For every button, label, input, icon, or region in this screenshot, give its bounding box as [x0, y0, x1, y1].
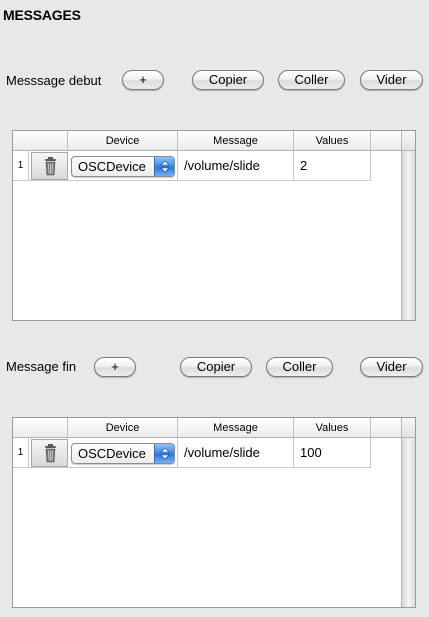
- table-row[interactable]: 1 OSCDevice /volume/slide 2: [13, 151, 371, 181]
- header-values[interactable]: Values: [294, 131, 371, 150]
- debut-clear-button[interactable]: Vider: [360, 70, 423, 90]
- row-number: 1: [13, 438, 29, 468]
- scrollbar-corner: [401, 418, 415, 438]
- header-blank-cell: [13, 131, 68, 150]
- device-select-value: OSCDevice: [78, 159, 146, 174]
- message-debut-label: Messsage debut: [6, 73, 102, 88]
- message-cell[interactable]: /volume/slide: [178, 151, 294, 181]
- trash-icon: [45, 444, 56, 463]
- table-row[interactable]: 1 OSCDevice /volume/slide 100: [13, 438, 371, 468]
- header-blank-cell: [13, 418, 68, 437]
- header-values[interactable]: Values: [294, 418, 371, 437]
- message-cell[interactable]: /volume/slide: [178, 438, 294, 468]
- delete-row-button[interactable]: [31, 152, 68, 180]
- device-select-value: OSCDevice: [78, 446, 146, 461]
- debut-paste-button[interactable]: Coller: [278, 70, 345, 90]
- message-fin-label: Message fin: [6, 359, 77, 374]
- header-device[interactable]: Device: [68, 418, 178, 437]
- trash-icon: [45, 157, 56, 176]
- header-device[interactable]: Device: [68, 131, 178, 150]
- debut-message-table: Device Message Values 1 OSCDevice /volum…: [12, 130, 416, 321]
- fin-clear-button[interactable]: Vider: [360, 357, 423, 377]
- fin-message-table: Device Message Values 1 OSCDevice /volum…: [12, 417, 416, 608]
- values-cell[interactable]: 2: [294, 151, 371, 181]
- vertical-scrollbar[interactable]: [401, 151, 415, 320]
- header-message[interactable]: Message: [178, 131, 294, 150]
- fin-copy-button[interactable]: Copier: [180, 357, 252, 377]
- device-select[interactable]: OSCDevice: [71, 156, 175, 177]
- delete-row-button[interactable]: [31, 439, 68, 467]
- fin-paste-button[interactable]: Coller: [266, 357, 333, 377]
- page-title: MESSAGES: [3, 7, 81, 23]
- fin-add-button[interactable]: +: [94, 357, 136, 377]
- row-number: 1: [13, 151, 29, 181]
- table-header: Device Message Values: [13, 418, 401, 438]
- values-cell[interactable]: 100: [294, 438, 371, 468]
- debut-copy-button[interactable]: Copier: [192, 70, 264, 90]
- select-arrows-icon: [154, 444, 174, 463]
- device-select[interactable]: OSCDevice: [71, 443, 175, 464]
- vertical-scrollbar[interactable]: [401, 438, 415, 607]
- debut-add-button[interactable]: +: [122, 70, 164, 90]
- table-header: Device Message Values: [13, 131, 401, 151]
- scrollbar-corner: [401, 131, 415, 151]
- select-arrows-icon: [154, 157, 174, 176]
- header-message[interactable]: Message: [178, 418, 294, 437]
